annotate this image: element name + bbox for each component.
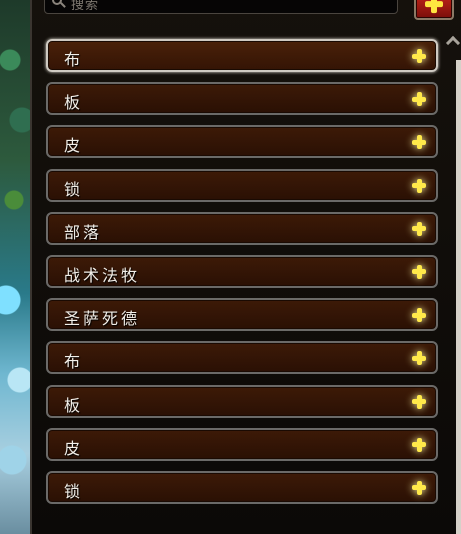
list-item-label: 布 (64, 50, 84, 69)
list-item-label: 圣萨死德 (64, 309, 141, 329)
search-icon (52, 0, 62, 5)
list-item-label: 皮 (64, 438, 84, 458)
plus-icon[interactable] (412, 437, 426, 452)
game-world-background (0, 0, 34, 534)
plus-icon[interactable] (412, 308, 426, 323)
plus-icon[interactable] (412, 92, 426, 107)
list-item-label: 板 (64, 395, 84, 415)
list-item[interactable]: 布 (46, 39, 438, 72)
list-item[interactable]: 圣萨死德 (46, 298, 438, 332)
list-item[interactable]: 部落 (46, 211, 438, 245)
scrollbar[interactable] (456, 60, 461, 534)
add-set-button[interactable] (414, 0, 454, 20)
list-item[interactable]: 皮 (46, 427, 438, 461)
search-placeholder: 搜索 (71, 0, 100, 13)
list-item-label: 布 (64, 352, 84, 372)
list-item-label: 锁 (64, 179, 84, 199)
search-input[interactable]: 搜索 (44, 0, 398, 14)
plus-icon (425, 0, 443, 14)
set-list: 布 板 皮 锁 部落 战术法牧 圣萨死德 布 板 皮 锁 (46, 39, 438, 514)
plus-icon[interactable] (412, 480, 426, 495)
list-item[interactable]: 锁 (46, 168, 438, 202)
list-item[interactable]: 锁 (46, 470, 438, 504)
plus-icon[interactable] (412, 221, 426, 236)
list-item[interactable]: 布 (46, 341, 438, 375)
list-item-label: 部落 (64, 222, 103, 242)
plus-icon[interactable] (412, 264, 426, 279)
list-item[interactable]: 板 (46, 82, 438, 116)
plus-icon[interactable] (412, 135, 426, 150)
plus-icon[interactable] (412, 394, 426, 409)
plus-icon[interactable] (412, 178, 426, 193)
list-item-label: 皮 (64, 136, 84, 156)
list-item-label: 板 (64, 93, 84, 113)
list-item[interactable]: 战术法牧 (46, 254, 438, 288)
list-item[interactable]: 皮 (46, 125, 438, 159)
list-item[interactable]: 板 (46, 384, 438, 418)
plus-icon[interactable] (412, 351, 426, 366)
list-item-label: 战术法牧 (64, 265, 141, 285)
list-item-label: 锁 (64, 481, 84, 501)
plus-icon[interactable] (412, 49, 426, 63)
